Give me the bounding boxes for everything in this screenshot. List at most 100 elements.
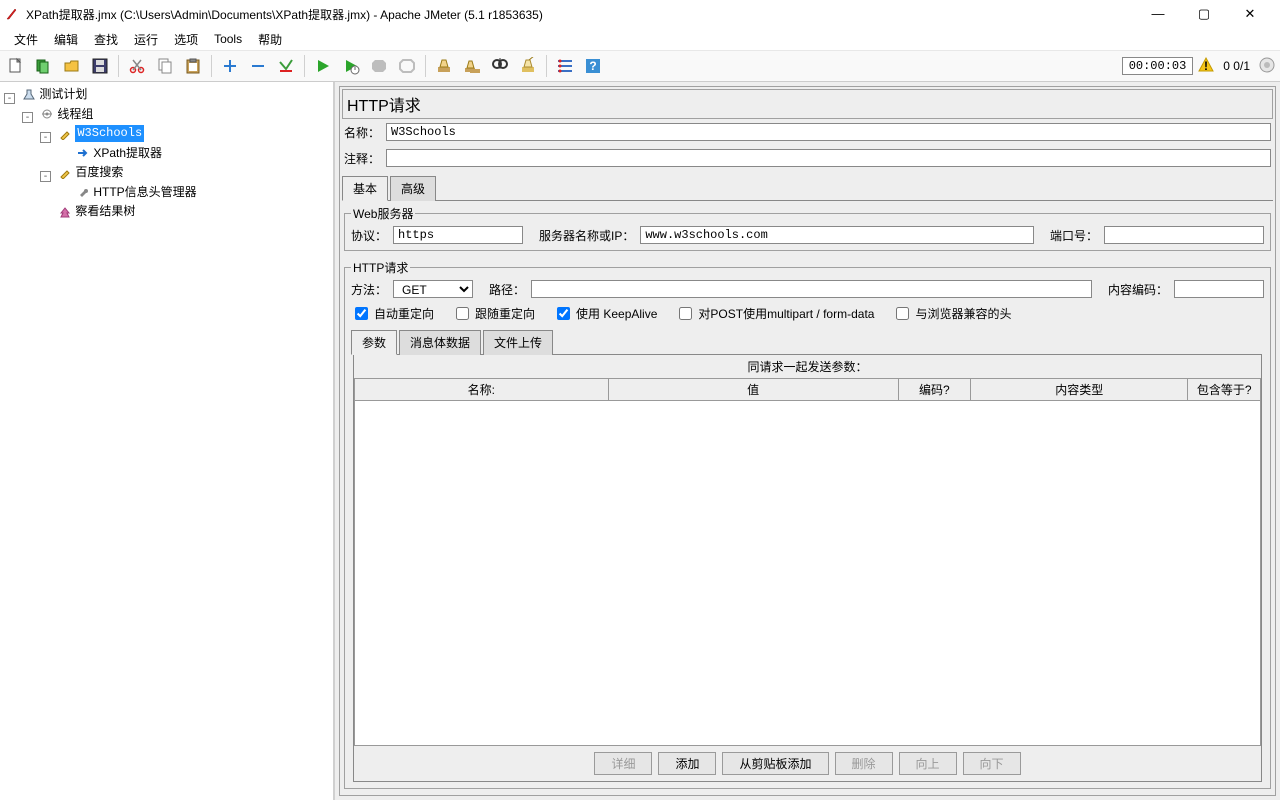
help-icon[interactable]: ? [581,54,605,78]
method-select[interactable]: GET [393,280,473,298]
clear-all-icon[interactable] [460,54,484,78]
comment-field[interactable] [386,149,1271,167]
copy-icon[interactable] [153,54,177,78]
multipart-checkbox[interactable]: 对POST使用multipart / form-data [675,304,874,323]
tree-toggle[interactable]: - [40,132,51,143]
run-indicator-icon [1258,56,1276,77]
wrench-icon [76,185,90,199]
collapse-icon[interactable] [246,54,270,78]
http-request-group: HTTP请求 方法： GET 路径： 内容编码： 自动重定向 跟随重定向 使用 … [344,259,1271,789]
maximize-button[interactable]: ▢ [1190,6,1218,22]
follow-redirect-checkbox[interactable]: 跟随重定向 [452,304,535,323]
arrow-icon [76,146,90,160]
param-table-body[interactable] [354,401,1261,746]
tree-toggle[interactable]: - [22,112,33,123]
cut-icon[interactable] [125,54,149,78]
content-encoding-field[interactable] [1174,280,1264,298]
detail-button[interactable]: 详细 [594,752,652,775]
search-icon[interactable] [488,54,512,78]
protocol-field[interactable] [393,226,523,244]
tab-basic[interactable]: 基本 [342,176,388,201]
function-helper-icon[interactable] [553,54,577,78]
port-label: 端口号： [1050,227,1098,244]
reset-search-icon[interactable] [516,54,540,78]
save-icon[interactable] [88,54,112,78]
col-encode[interactable]: 编码? [898,379,970,401]
comment-label: 注释： [344,150,380,167]
subtab-body[interactable]: 消息体数据 [399,330,481,355]
pipette-icon [58,166,72,180]
warning-icon[interactable]: ! [1197,56,1215,77]
col-ctype[interactable]: 内容类型 [971,379,1188,401]
shutdown-icon[interactable] [395,54,419,78]
start-icon[interactable] [311,54,335,78]
menu-search[interactable]: 查找 [88,29,124,50]
content-encoding-label: 内容编码： [1108,281,1168,298]
spool-icon [40,107,54,121]
editor-pane: HTTP请求 名称： 注释： 基本 高级 Web服务器 协议： 服务器名称或IP… [335,82,1280,800]
menu-run[interactable]: 运行 [128,29,164,50]
tree-toggle[interactable]: - [4,93,15,104]
path-field[interactable] [531,280,1092,298]
tree-xpath-extractor[interactable]: XPath提取器 [74,145,164,162]
auto-redirect-checkbox[interactable]: 自动重定向 [351,304,434,323]
tree-label: 测试计划 [39,86,87,103]
pagoda-icon [58,205,72,219]
col-equals[interactable]: 包含等于? [1188,379,1261,401]
browser-headers-checkbox[interactable]: 与浏览器兼容的头 [892,304,1011,323]
tree-baidu[interactable]: 百度搜索 [56,164,125,181]
tree-label: HTTP信息头管理器 [93,184,196,201]
col-value[interactable]: 值 [608,379,898,401]
clear-icon[interactable] [432,54,456,78]
add-button[interactable]: 添加 [658,752,716,775]
tree-thread-group[interactable]: 线程组 [38,106,95,123]
toolbar: ? 00:00:03 ! 0 0/1 [0,50,1280,82]
menu-help[interactable]: 帮助 [252,29,288,50]
window-title: XPath提取器.jmx (C:\Users\Admin\Documents\X… [26,6,1144,23]
minimize-button[interactable]: — [1144,6,1172,22]
tree-toggle[interactable]: - [40,171,51,182]
tree-label: W3Schools [75,125,144,142]
stop-icon[interactable] [367,54,391,78]
paste-icon[interactable] [181,54,205,78]
tree-label: XPath提取器 [93,145,162,162]
expand-icon[interactable] [218,54,242,78]
delete-button[interactable]: 删除 [835,752,893,775]
param-table[interactable]: 名称: 值 编码? 内容类型 包含等于? [354,378,1261,401]
toggle-icon[interactable] [274,54,298,78]
start-no-timers-icon[interactable] [339,54,363,78]
tree-pane[interactable]: - 测试计划 - 线程组 [0,82,335,800]
menubar: 文件 编辑 查找 运行 选项 Tools 帮助 [0,28,1280,50]
port-field[interactable] [1104,226,1264,244]
name-field[interactable] [386,123,1271,141]
tree-w3schools[interactable]: W3Schools [56,125,146,142]
param-title: 同请求一起发送参数： [354,355,1261,378]
tree-label: 线程组 [57,106,93,123]
svg-text:!: ! [1204,59,1208,73]
tree-view-results[interactable]: 察看结果树 [56,203,137,220]
keep-alive-checkbox[interactable]: 使用 KeepAlive [553,304,657,323]
web-server-group: Web服务器 协议： 服务器名称或IP： 端口号： [344,205,1271,251]
elapsed-time: 00:00:03 [1122,57,1194,75]
col-name[interactable]: 名称: [355,379,609,401]
add-from-clipboard-button[interactable]: 从剪贴板添加 [722,752,828,775]
close-button[interactable]: ✕ [1236,6,1264,22]
menu-file[interactable]: 文件 [8,29,44,50]
new-icon[interactable] [4,54,28,78]
menu-edit[interactable]: 编辑 [48,29,84,50]
open-icon[interactable] [60,54,84,78]
web-server-legend: Web服务器 [351,205,415,222]
server-field[interactable] [640,226,1034,244]
subtab-files[interactable]: 文件上传 [483,330,553,355]
up-button[interactable]: 向上 [899,752,957,775]
tab-advanced[interactable]: 高级 [390,176,436,201]
menu-options[interactable]: 选项 [168,29,204,50]
tree-header-manager[interactable]: HTTP信息头管理器 [74,184,198,201]
templates-icon[interactable] [32,54,56,78]
down-button[interactable]: 向下 [963,752,1021,775]
subtab-params[interactable]: 参数 [351,330,397,355]
panel-title: HTTP请求 [342,89,1273,119]
server-label: 服务器名称或IP： [539,227,634,244]
tree-test-plan[interactable]: 测试计划 [20,86,89,103]
menu-tools[interactable]: Tools [208,30,248,48]
